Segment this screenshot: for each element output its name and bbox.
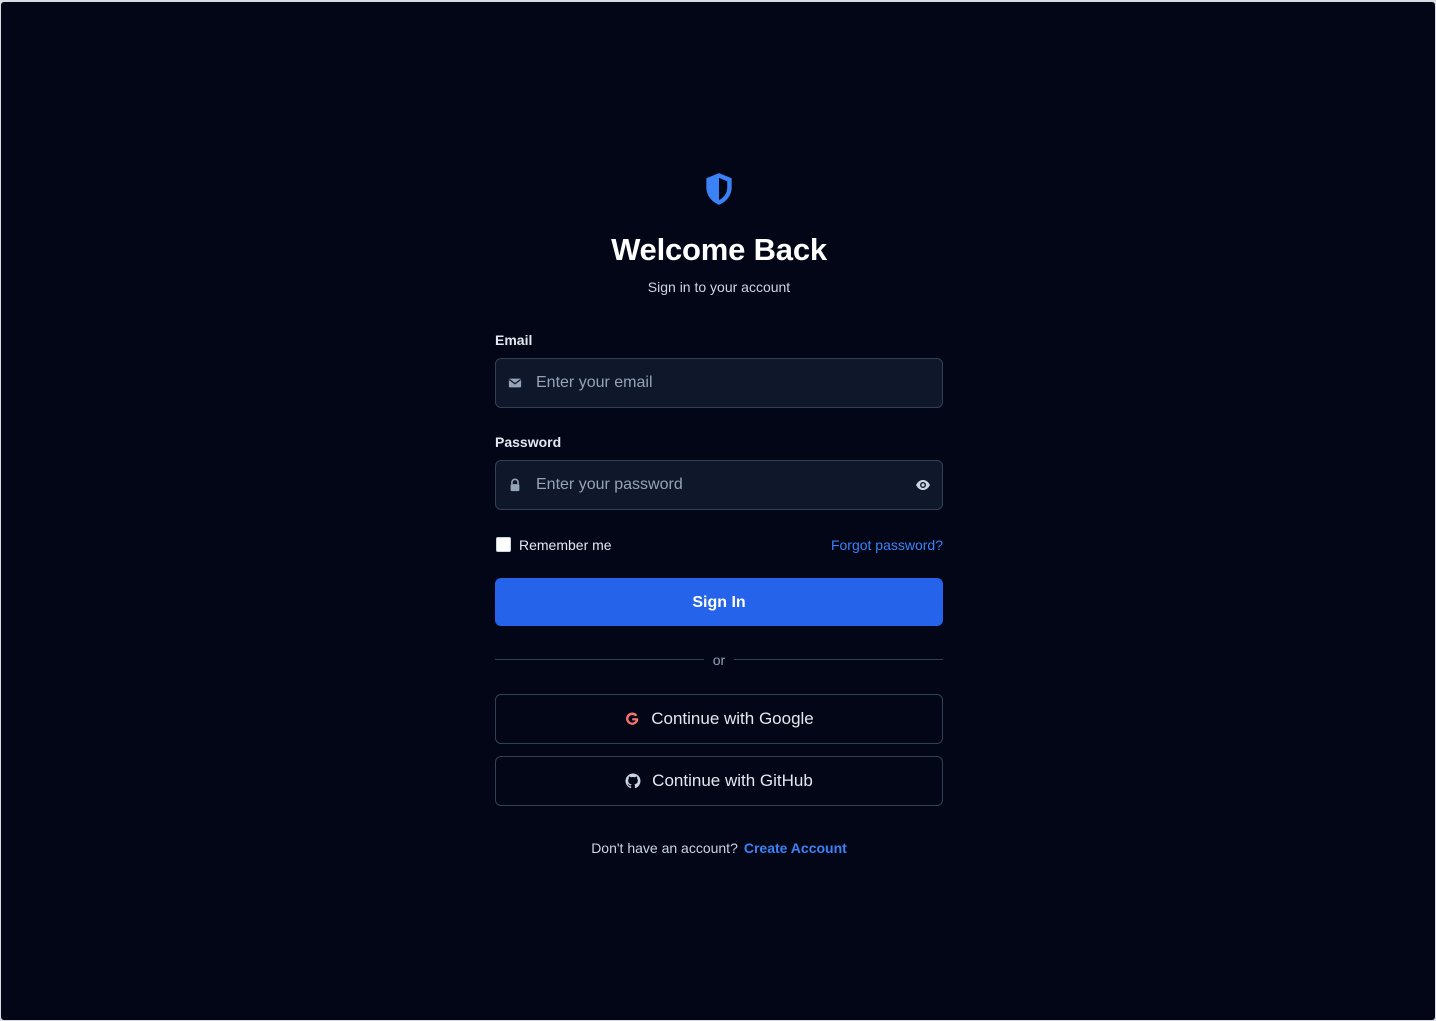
lock-icon xyxy=(510,478,520,492)
eye-icon[interactable] xyxy=(915,477,931,493)
login-page: Welcome Back Sign in to your account Ema… xyxy=(1,2,1435,1020)
github-button-content: Continue with GitHub xyxy=(496,757,942,805)
password-field-container xyxy=(495,460,943,510)
signup-prompt: Don't have an account? Create Account xyxy=(495,840,943,856)
create-account-link[interactable]: Create Account xyxy=(744,840,847,856)
google-signin-button[interactable]: Continue with Google xyxy=(495,694,943,744)
password-label: Password xyxy=(495,434,562,450)
google-button-label: Continue with Google xyxy=(651,709,814,728)
page-title: Welcome Back xyxy=(611,232,827,267)
remember-me-label[interactable]: Remember me xyxy=(519,537,612,553)
remember-me-checkbox[interactable] xyxy=(496,537,511,552)
envelope-icon xyxy=(508,378,522,388)
shield-icon xyxy=(706,173,732,205)
google-button-content: Continue with Google xyxy=(496,695,942,743)
signup-prompt-text: Don't have an account? xyxy=(591,840,738,856)
email-input[interactable] xyxy=(536,359,896,407)
page-subtitle: Sign in to your account xyxy=(647,279,791,295)
github-signin-button[interactable]: Continue with GitHub xyxy=(495,756,943,806)
email-field-container xyxy=(495,358,943,408)
divider-or-label: or xyxy=(712,652,726,668)
password-input[interactable] xyxy=(536,461,896,509)
sign-in-button[interactable]: Sign In xyxy=(495,578,943,626)
github-icon xyxy=(625,773,641,789)
email-label: Email xyxy=(495,332,533,348)
forgot-password-link[interactable]: Forgot password? xyxy=(831,537,943,553)
remember-forgot-row: Remember me Forgot password? xyxy=(495,536,943,556)
github-button-label: Continue with GitHub xyxy=(652,771,813,790)
google-icon xyxy=(626,712,639,725)
